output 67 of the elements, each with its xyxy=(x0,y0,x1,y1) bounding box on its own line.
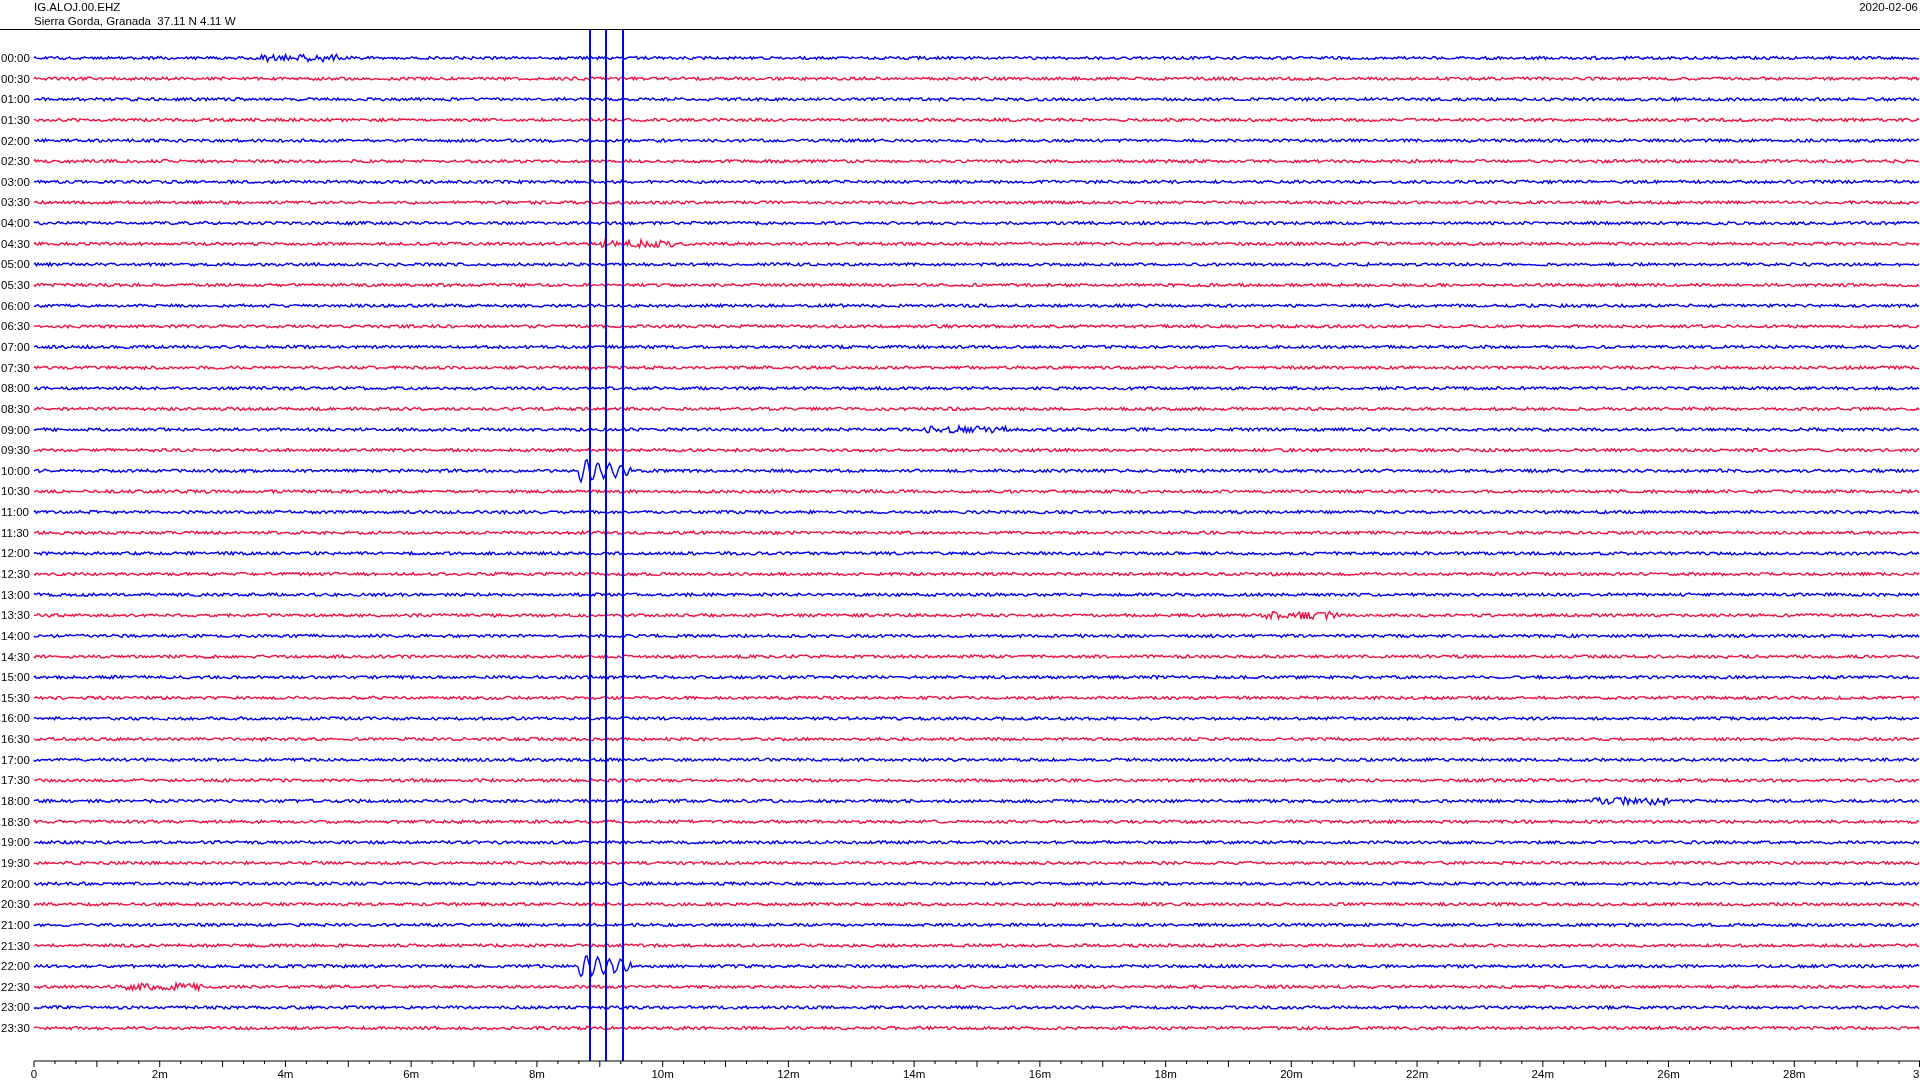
axis-tick-label: 14m xyxy=(902,1068,926,1079)
row-time-label: 20:30 xyxy=(1,898,30,911)
row-time-label: 17:30 xyxy=(1,774,30,787)
row-time-label: 20:00 xyxy=(1,877,30,890)
row-time-label: 07:00 xyxy=(1,340,30,353)
row-time-label: 04:00 xyxy=(1,217,30,230)
row-time-label: 15:30 xyxy=(1,691,30,704)
row-time-label: 08:30 xyxy=(1,402,30,415)
row-time-label: 23:30 xyxy=(1,1022,30,1035)
row-time-label: 10:00 xyxy=(1,464,30,477)
axis-tick-label: 28m xyxy=(1783,1068,1806,1079)
row-time-label: 16:30 xyxy=(1,733,30,746)
row-time-label: 06:00 xyxy=(1,299,30,312)
row-time-label: 08:00 xyxy=(1,382,30,395)
axis-tick-label: 4m xyxy=(277,1068,294,1079)
row-time-label: 02:30 xyxy=(1,155,30,168)
row-time-label: 16:00 xyxy=(1,712,30,725)
axis-tick-label: 6m xyxy=(403,1068,420,1079)
row-time-label: 21:30 xyxy=(1,939,30,952)
row-time-label: 13:30 xyxy=(1,609,30,622)
row-time-label: 11:30 xyxy=(1,526,29,539)
station-location: Sierra Gorda, Granada 37.11 N 4.11 W xyxy=(34,14,236,28)
axis-tick-label: 2m xyxy=(151,1068,168,1079)
axis-tick-label: 0 xyxy=(30,1068,38,1079)
row-time-label: 13:00 xyxy=(1,588,30,601)
plot-date: 2020-02-06 xyxy=(1859,0,1919,15)
row-time-label: 18:00 xyxy=(1,795,30,808)
row-time-label: 18:30 xyxy=(1,815,30,828)
axis-tick-label: 22m xyxy=(1405,1068,1429,1079)
axis-tick-label: 16m xyxy=(1028,1068,1052,1079)
row-time-label: 21:00 xyxy=(1,918,30,931)
row-time-label: 01:00 xyxy=(1,93,30,106)
axis-tick-label: 10m xyxy=(651,1068,674,1079)
row-time-label: 09:30 xyxy=(1,444,30,457)
row-time-label: 06:30 xyxy=(1,320,30,333)
row-time-label: 04:30 xyxy=(1,237,30,250)
row-time-label: 02:00 xyxy=(1,134,30,147)
row-time-label: 19:00 xyxy=(1,836,30,849)
station-code: IG.ALOJ.00.EHZ xyxy=(34,0,122,14)
row-time-label: 00:00 xyxy=(1,52,30,64)
row-time-label: 09:00 xyxy=(1,423,30,436)
row-time-label: 05:00 xyxy=(1,258,30,271)
axis-tick-label: 8m xyxy=(528,1068,545,1079)
row-time-label: 14:30 xyxy=(1,650,30,663)
row-time-label: 00:30 xyxy=(1,72,30,85)
row-time-label: 01:30 xyxy=(1,113,30,126)
row-time-label: 05:30 xyxy=(1,279,30,292)
row-time-label: 22:30 xyxy=(1,980,30,993)
axis-tick-label: 18m xyxy=(1154,1068,1177,1079)
row-time-label: 07:30 xyxy=(1,361,30,374)
row-time-label: 12:00 xyxy=(1,547,30,560)
row-time-label: 14:00 xyxy=(1,629,30,642)
row-time-label: 10:30 xyxy=(1,485,30,498)
row-time-label: 03:30 xyxy=(1,196,30,209)
axis-tick-label: 26m xyxy=(1657,1068,1680,1079)
axis-tick-label: 24m xyxy=(1531,1068,1554,1079)
row-time-label: 19:30 xyxy=(1,856,30,869)
axis-tick-label: 3 xyxy=(1913,1068,1920,1079)
row-time-label: 15:00 xyxy=(1,671,30,684)
row-time-label: 03:00 xyxy=(1,175,30,188)
row-time-label: 11:00 xyxy=(1,506,29,519)
axis-tick-label: 12m xyxy=(777,1068,800,1079)
row-time-label: 17:00 xyxy=(1,753,30,766)
row-time-label: 22:00 xyxy=(1,960,30,973)
row-time-label: 23:00 xyxy=(1,1001,30,1014)
row-time-label: 12:30 xyxy=(1,568,30,580)
axis-tick-label: 20m xyxy=(1280,1068,1303,1079)
